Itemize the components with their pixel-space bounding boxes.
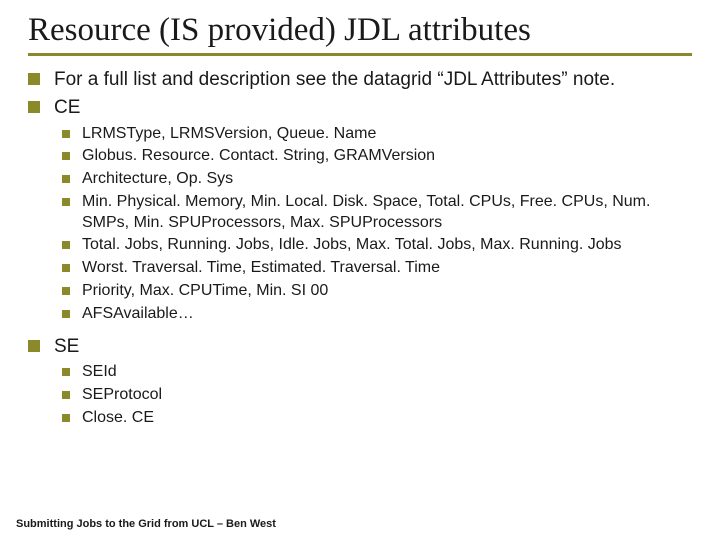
footer-text: Submitting Jobs to the Grid from UCL – B…	[16, 518, 276, 530]
bullet-item: CE	[28, 96, 692, 120]
small-square-bullet-icon	[62, 391, 70, 399]
sub-bullet-text: SEProtocol	[82, 385, 162, 406]
sub-bullet-item: AFSAvailable…	[62, 304, 692, 325]
sub-bullet-text: Close. CE	[82, 408, 154, 429]
sub-bullet-text: Worst. Traversal. Time, Estimated. Trave…	[82, 258, 440, 279]
small-square-bullet-icon	[62, 241, 70, 249]
sub-bullet-item: Total. Jobs, Running. Jobs, Idle. Jobs, …	[62, 235, 692, 256]
bullet-text: For a full list and description see the …	[54, 68, 615, 92]
sub-bullet-text: Min. Physical. Memory, Min. Local. Disk.…	[82, 192, 692, 234]
bullet-text: SE	[54, 335, 79, 359]
bullet-text: CE	[54, 96, 80, 120]
small-square-bullet-icon	[62, 264, 70, 272]
sub-bullet-text: AFSAvailable…	[82, 304, 194, 325]
sub-bullet-text: Priority, Max. CPUTime, Min. SI 00	[82, 281, 328, 302]
small-square-bullet-icon	[62, 310, 70, 318]
sub-bullet-item: Architecture, Op. Sys	[62, 169, 692, 190]
small-square-bullet-icon	[62, 368, 70, 376]
square-bullet-icon	[28, 101, 40, 113]
sub-bullet-item: LRMSType, LRMSVersion, Queue. Name	[62, 124, 692, 145]
sub-bullet-item: SEId	[62, 362, 692, 383]
bullet-item: SE	[28, 335, 692, 359]
sub-list: LRMSType, LRMSVersion, Queue. Name Globu…	[62, 124, 692, 325]
small-square-bullet-icon	[62, 287, 70, 295]
slide: Resource (IS provided) JDL attributes Fo…	[0, 0, 720, 429]
sub-bullet-item: Min. Physical. Memory, Min. Local. Disk.…	[62, 192, 692, 234]
sub-bullet-text: Globus. Resource. Contact. String, GRAMV…	[82, 146, 435, 167]
square-bullet-icon	[28, 73, 40, 85]
sub-list: SEId SEProtocol Close. CE	[62, 362, 692, 428]
small-square-bullet-icon	[62, 130, 70, 138]
small-square-bullet-icon	[62, 198, 70, 206]
title-rule	[28, 53, 692, 56]
small-square-bullet-icon	[62, 175, 70, 183]
sub-bullet-text: LRMSType, LRMSVersion, Queue. Name	[82, 124, 376, 145]
slide-title: Resource (IS provided) JDL attributes	[28, 12, 692, 49]
sub-bullet-item: Close. CE	[62, 408, 692, 429]
small-square-bullet-icon	[62, 152, 70, 160]
sub-bullet-item: Priority, Max. CPUTime, Min. SI 00	[62, 281, 692, 302]
sub-bullet-item: Worst. Traversal. Time, Estimated. Trave…	[62, 258, 692, 279]
square-bullet-icon	[28, 340, 40, 352]
sub-bullet-item: Globus. Resource. Contact. String, GRAMV…	[62, 146, 692, 167]
sub-bullet-text: Total. Jobs, Running. Jobs, Idle. Jobs, …	[82, 235, 622, 256]
small-square-bullet-icon	[62, 414, 70, 422]
bullet-item: For a full list and description see the …	[28, 68, 692, 92]
sub-bullet-text: Architecture, Op. Sys	[82, 169, 233, 190]
sub-bullet-item: SEProtocol	[62, 385, 692, 406]
sub-bullet-text: SEId	[82, 362, 117, 383]
